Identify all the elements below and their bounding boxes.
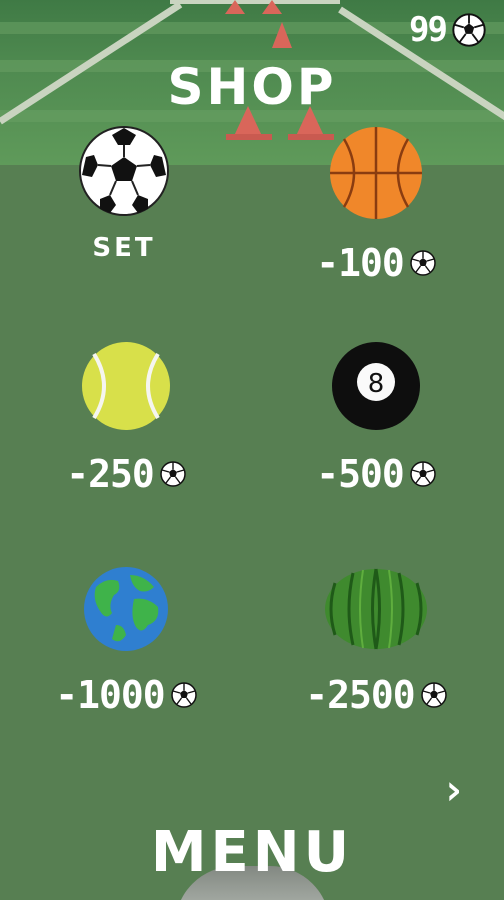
cone [226, 134, 272, 140]
price-value: -2500 [305, 673, 415, 717]
shop-item-eight-ball[interactable]: 8 -500 [276, 340, 476, 496]
menu-button[interactable]: MENU [0, 820, 504, 885]
coin-counter: 99 [409, 10, 486, 50]
tennis-ball-icon [82, 342, 170, 430]
soccer-ball-icon [420, 682, 447, 708]
coin-count: 99 [409, 10, 448, 50]
price-value: -250 [66, 452, 155, 496]
price-value: -100 [316, 241, 405, 285]
soccer-ball-icon [410, 461, 436, 487]
soccer-ball-icon [170, 682, 197, 708]
ball-number: 8 [368, 369, 385, 399]
watermelon-icon [325, 568, 427, 650]
price-tag: -100 [276, 241, 476, 285]
basketball-icon [330, 127, 422, 219]
price-tag: -1000 [26, 673, 226, 717]
shop-item-watermelon[interactable]: -2500 [276, 565, 476, 717]
shop-item-soccer-ball[interactable]: SET [24, 125, 224, 263]
price-tag: -250 [26, 452, 226, 496]
cone [272, 22, 292, 48]
shop-item-basketball[interactable]: -100 [276, 125, 476, 285]
soccer-ball-icon [410, 250, 436, 276]
field-line-far [170, 0, 340, 4]
cone [225, 0, 245, 14]
price-tag: -500 [276, 452, 476, 496]
soccer-ball-icon [79, 126, 169, 216]
chevron-right-icon[interactable]: › [441, 765, 466, 814]
soccer-ball-icon [160, 461, 186, 487]
shop-item-earth[interactable]: -1000 [26, 565, 226, 717]
shop-screen: 99 SHOP SET -100 -250 8 -500 -1000 -2500… [0, 0, 504, 900]
shop-item-tennis-ball[interactable]: -250 [26, 340, 226, 496]
set-label: SET [92, 233, 156, 263]
price-value: -1000 [55, 673, 165, 717]
earth-icon [84, 567, 168, 651]
cone [262, 0, 282, 14]
page-title: SHOP [167, 58, 337, 116]
soccer-ball-icon [452, 13, 486, 47]
price-value: -500 [316, 452, 405, 496]
eight-ball-icon: 8 [332, 342, 420, 430]
price-tag: -2500 [276, 673, 476, 717]
